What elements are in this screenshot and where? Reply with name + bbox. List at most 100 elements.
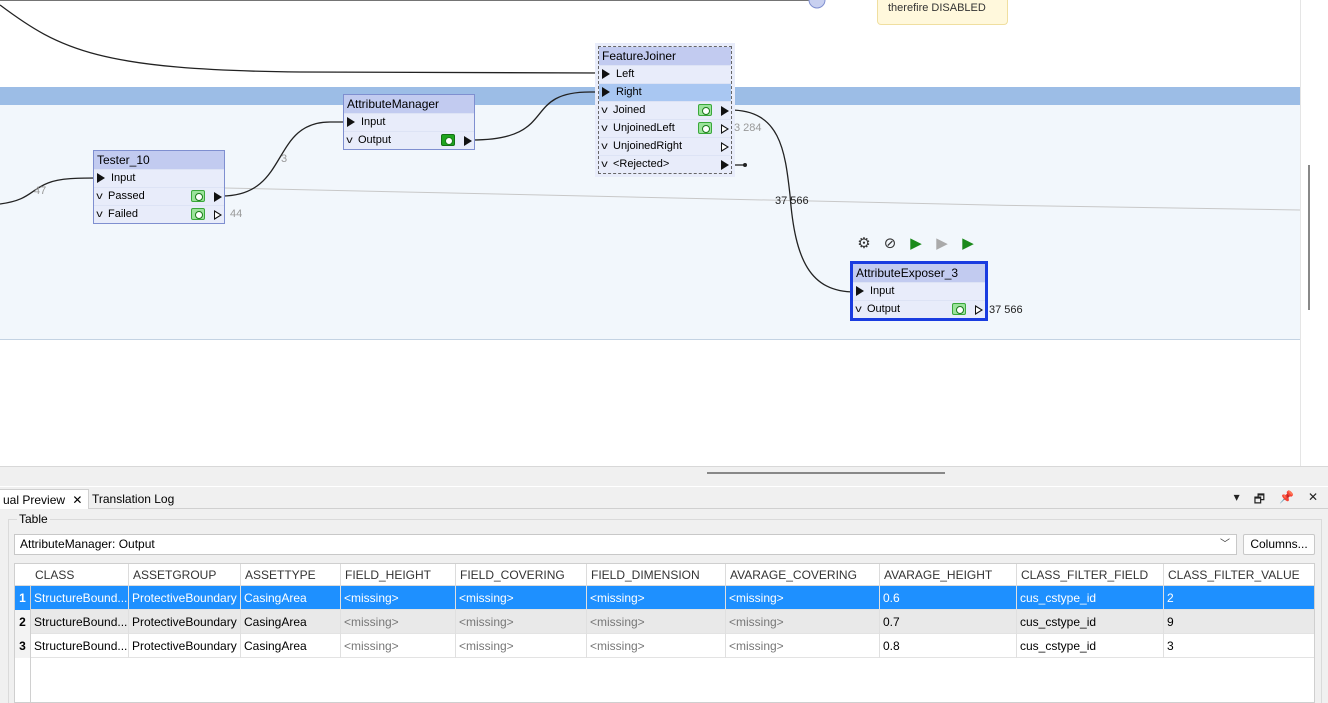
column-header[interactable]: ASSETTYPE bbox=[241, 564, 341, 586]
table-cell[interactable]: CasingArea bbox=[241, 586, 341, 610]
column-header[interactable]: FIELD_COVERING bbox=[456, 564, 587, 586]
table-cell[interactable]: cus_cstype_id bbox=[1017, 586, 1164, 610]
output-port-unjoined-right[interactable]: v UnjoinedRight bbox=[599, 137, 731, 155]
table-cell[interactable]: 0.8 bbox=[880, 634, 1017, 658]
table-cell[interactable]: <missing> bbox=[341, 634, 456, 658]
annotation-note[interactable]: therefire DISABLED bbox=[877, 0, 1008, 25]
eye-icon[interactable] bbox=[441, 134, 455, 146]
table-cell[interactable]: cus_cstype_id bbox=[1017, 634, 1164, 658]
horizontal-scrollbar[interactable] bbox=[0, 466, 1328, 486]
table-cell[interactable]: ProtectiveBoundary bbox=[129, 586, 241, 610]
table-cell[interactable]: <missing> bbox=[726, 586, 880, 610]
table-row[interactable]: 3 StructureBound... ProtectiveBoundary Casi… bbox=[15, 634, 1314, 658]
gear-icon[interactable]: ⚙ bbox=[853, 232, 875, 254]
table-row[interactable]: 2 StructureBound... ProtectiveBoundary Casi… bbox=[15, 610, 1314, 634]
table-cell[interactable]: ProtectiveBoundary bbox=[129, 610, 241, 634]
table-cell[interactable]: <missing> bbox=[341, 610, 456, 634]
output-port-rejected[interactable]: v <Rejected> bbox=[599, 155, 731, 173]
workspace-canvas[interactable]: therefire DISABLED Tester_10 Input v Pass… bbox=[0, 0, 1300, 466]
transformer-tester[interactable]: Tester_10 Input v Passed v Failed bbox=[93, 150, 225, 224]
table-cell[interactable]: 3 bbox=[1164, 634, 1314, 658]
close-icon[interactable]: ✕ bbox=[72, 493, 82, 507]
column-header[interactable]: AVARAGE_HEIGHT bbox=[880, 564, 1017, 586]
run-disabled-icon[interactable]: ▶ bbox=[931, 232, 953, 254]
tab-translation-log[interactable]: Translation Log bbox=[86, 489, 180, 509]
transformer-attribute-manager[interactable]: AttributeManager Input v Output bbox=[343, 94, 475, 150]
input-port-left[interactable]: Left bbox=[599, 65, 731, 83]
output-port[interactable]: v Output bbox=[853, 300, 985, 318]
column-header[interactable]: CLASS_FILTER_VALUE bbox=[1164, 564, 1314, 586]
run-to-icon[interactable]: ▶ bbox=[957, 232, 979, 254]
column-header[interactable]: AVARAGE_COVERING bbox=[726, 564, 880, 586]
close-icon[interactable]: ✕ bbox=[1308, 490, 1318, 511]
column-header[interactable]: FIELD_HEIGHT bbox=[341, 564, 456, 586]
output-port-unjoined-left[interactable]: v UnjoinedLeft bbox=[599, 119, 731, 137]
eye-icon[interactable] bbox=[191, 208, 205, 220]
input-port[interactable]: Input bbox=[853, 282, 985, 300]
table-cell[interactable]: 0.6 bbox=[880, 586, 1017, 610]
table-cell[interactable]: StructureBound... bbox=[31, 610, 129, 634]
table-cell[interactable]: <missing> bbox=[587, 586, 726, 610]
junction-node bbox=[808, 0, 826, 9]
input-arrow-icon bbox=[856, 286, 864, 297]
table-cell[interactable]: 0.7 bbox=[880, 610, 1017, 634]
vertical-scrollbar[interactable] bbox=[1300, 0, 1328, 466]
output-port-joined[interactable]: v Joined bbox=[599, 101, 731, 119]
chevron-down-icon: v bbox=[601, 123, 608, 134]
feature-count-tester-failed: 44 bbox=[230, 208, 243, 220]
eye-icon[interactable] bbox=[698, 104, 712, 116]
eye-icon[interactable] bbox=[191, 190, 205, 202]
table-cell[interactable]: CasingArea bbox=[241, 610, 341, 634]
transformer-title: Tester_10 bbox=[94, 151, 224, 169]
eye-icon[interactable] bbox=[952, 303, 966, 315]
row-number[interactable]: 2 bbox=[15, 610, 31, 634]
output-arrow-icon bbox=[721, 106, 729, 116]
chevron-down-icon: v bbox=[855, 304, 862, 315]
column-header[interactable]: CLASS bbox=[31, 564, 129, 586]
table-cell[interactable]: <missing> bbox=[456, 610, 587, 634]
tab-visual-preview[interactable]: ual Preview ✕ bbox=[0, 489, 90, 509]
dropdown-icon[interactable]: ▾ bbox=[1234, 490, 1240, 511]
output-arrow-icon bbox=[464, 136, 472, 146]
float-icon[interactable]: 🗗 bbox=[1254, 490, 1265, 511]
table-cell[interactable]: 2 bbox=[1164, 586, 1314, 610]
column-header[interactable]: ASSETGROUP bbox=[129, 564, 241, 586]
table-cell[interactable]: <missing> bbox=[341, 586, 456, 610]
eye-icon[interactable] bbox=[698, 122, 712, 134]
table-cell[interactable]: ProtectiveBoundary bbox=[129, 634, 241, 658]
vertical-scroll-thumb[interactable] bbox=[1308, 165, 1310, 310]
row-number[interactable]: 3 bbox=[15, 634, 31, 658]
source-select[interactable]: AttributeManager: Output ﹀ bbox=[14, 534, 1237, 555]
output-port-passed[interactable]: v Passed bbox=[94, 187, 224, 205]
table-cell[interactable]: cus_cstype_id bbox=[1017, 610, 1164, 634]
table-row[interactable]: 1 StructureBound... ProtectiveBoundary Casi… bbox=[15, 586, 1314, 610]
table-cell[interactable]: <missing> bbox=[587, 634, 726, 658]
input-port[interactable]: Input bbox=[94, 169, 224, 187]
table-cell[interactable]: CasingArea bbox=[241, 634, 341, 658]
column-header[interactable]: FIELD_DIMENSION bbox=[587, 564, 726, 586]
table-cell[interactable]: <missing> bbox=[726, 610, 880, 634]
output-arrow-icon bbox=[975, 305, 983, 315]
output-arrow-icon bbox=[214, 192, 222, 202]
columns-button[interactable]: Columns... bbox=[1243, 534, 1315, 555]
output-arrow-icon bbox=[721, 160, 729, 170]
table-cell[interactable]: <missing> bbox=[726, 634, 880, 658]
input-port-right[interactable]: Right bbox=[599, 83, 731, 101]
disable-icon[interactable]: ⊘ bbox=[879, 232, 901, 254]
table-cell[interactable]: StructureBound... bbox=[31, 586, 129, 610]
output-port[interactable]: v Output bbox=[344, 131, 474, 149]
row-number[interactable]: 1 bbox=[15, 586, 31, 610]
transformer-attribute-exposer[interactable]: AttributeExposer_3 Input v Output bbox=[850, 261, 988, 321]
table-cell[interactable]: <missing> bbox=[456, 586, 587, 610]
table-cell[interactable]: StructureBound... bbox=[31, 634, 129, 658]
table-cell[interactable]: <missing> bbox=[587, 610, 726, 634]
column-header[interactable]: CLASS_FILTER_FIELD bbox=[1017, 564, 1164, 586]
run-icon[interactable]: ▶ bbox=[905, 232, 927, 254]
table-cell[interactable]: <missing> bbox=[456, 634, 587, 658]
output-port-failed[interactable]: v Failed bbox=[94, 205, 224, 223]
table-cell[interactable]: 9 bbox=[1164, 610, 1314, 634]
input-port[interactable]: Input bbox=[344, 113, 474, 131]
pin-icon[interactable]: 📌 bbox=[1279, 490, 1294, 511]
transformer-feature-joiner[interactable]: FeatureJoiner Left Right v Joined v Unjoin… bbox=[595, 43, 735, 177]
horizontal-scroll-thumb[interactable] bbox=[707, 472, 945, 474]
